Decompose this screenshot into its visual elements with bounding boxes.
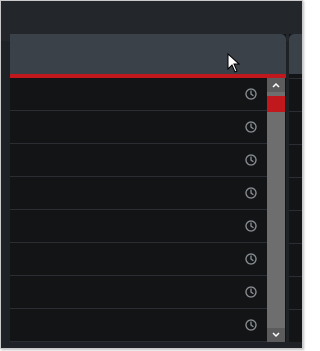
clock-icon[interactable] — [245, 121, 257, 133]
clock-icon[interactable] — [245, 286, 257, 298]
adjacent-panel-header — [289, 34, 302, 74]
chevron-down-icon — [272, 332, 280, 338]
divider — [289, 78, 302, 79]
list-item[interactable] — [10, 243, 267, 276]
list-item[interactable] — [10, 144, 267, 177]
clock-icon[interactable] — [245, 319, 257, 331]
vertical-scrollbar[interactable] — [267, 78, 285, 342]
list-item[interactable] — [10, 276, 267, 309]
divider — [289, 309, 302, 310]
chevron-up-icon — [272, 82, 280, 88]
adjacent-panel-edge — [289, 34, 302, 342]
list-item[interactable] — [10, 177, 267, 210]
divider — [289, 111, 302, 112]
pointer-cursor-icon — [227, 53, 241, 73]
list-item[interactable] — [10, 78, 267, 111]
list-item[interactable] — [10, 309, 267, 342]
scroll-down-button[interactable] — [267, 328, 285, 342]
app-window — [0, 0, 303, 349]
divider — [289, 243, 302, 244]
divider — [289, 210, 302, 211]
clock-icon[interactable] — [245, 187, 257, 199]
scrollbar-thumb[interactable] — [267, 96, 285, 112]
scroll-up-button[interactable] — [267, 78, 285, 92]
clock-icon[interactable] — [245, 154, 257, 166]
list-item[interactable] — [10, 111, 267, 144]
divider — [289, 276, 302, 277]
divider — [289, 177, 302, 178]
clock-icon[interactable] — [245, 88, 257, 100]
list-panel — [10, 34, 286, 342]
list-rows — [10, 78, 267, 342]
divider — [289, 144, 302, 145]
panel-header — [10, 34, 286, 74]
clock-icon[interactable] — [245, 220, 257, 232]
list-item[interactable] — [10, 210, 267, 243]
clock-icon[interactable] — [245, 253, 257, 265]
